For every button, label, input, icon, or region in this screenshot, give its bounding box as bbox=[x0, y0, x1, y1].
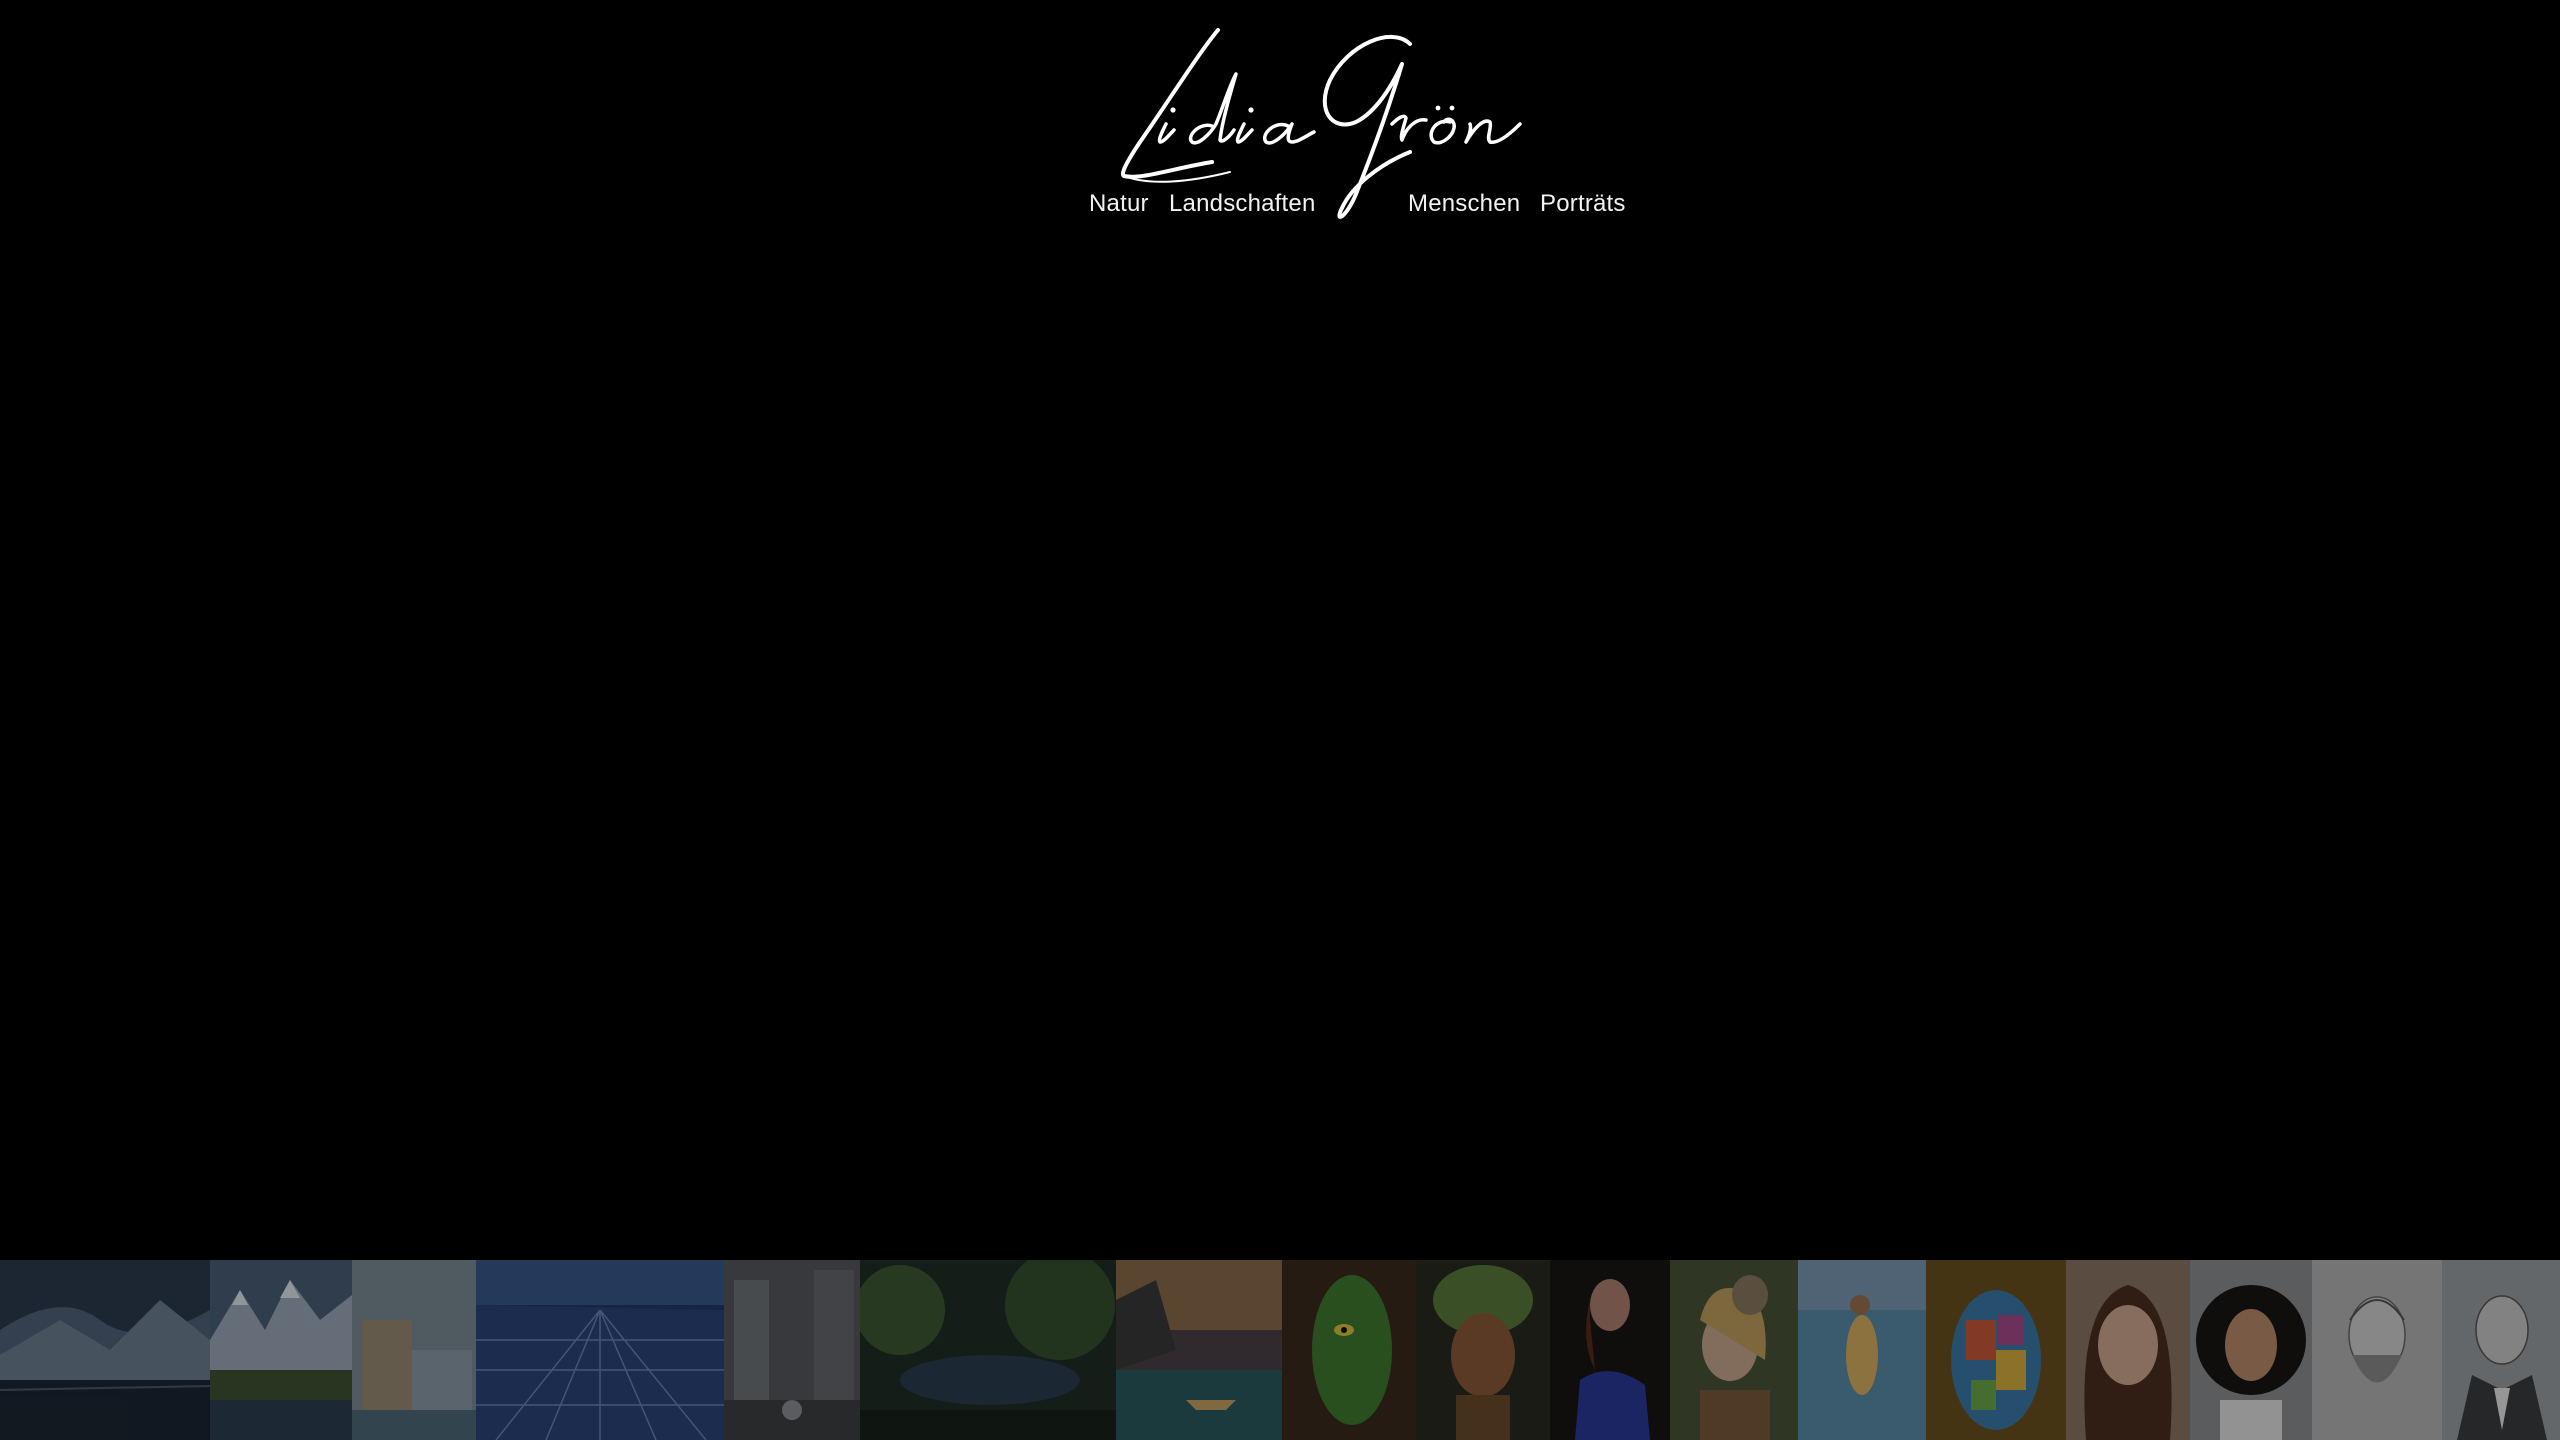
painting-mountain-lake bbox=[0, 1260, 210, 1440]
painting-aerial-city bbox=[476, 1260, 724, 1440]
gallery-thumbnail[interactable] bbox=[724, 1260, 860, 1440]
gallery-thumbnail[interactable] bbox=[2066, 1260, 2190, 1440]
painting-snowy-mountains bbox=[210, 1260, 352, 1440]
gallery-filmstrip[interactable] bbox=[0, 1260, 2560, 1440]
painting-woman-curly-hair bbox=[2190, 1260, 2312, 1440]
painting-woman-owl bbox=[1670, 1260, 1798, 1440]
painting-man-suit bbox=[2442, 1260, 2560, 1440]
gallery-thumbnail[interactable] bbox=[1550, 1260, 1670, 1440]
nav-item-portraets[interactable]: Porträts bbox=[1540, 190, 1626, 218]
gallery-thumbnail[interactable] bbox=[210, 1260, 352, 1440]
site-header: Natur Landschaften Menschen Porträts bbox=[0, 0, 2560, 240]
gallery-thumbnail[interactable] bbox=[2190, 1260, 2312, 1440]
gallery-thumbnail[interactable] bbox=[1798, 1260, 1926, 1440]
painting-woman-brown-hair bbox=[2066, 1260, 2190, 1440]
gallery-thumbnail[interactable] bbox=[860, 1260, 1116, 1440]
painting-forest-river bbox=[860, 1260, 1116, 1440]
painting-green-face bbox=[1282, 1260, 1416, 1440]
hero-empty-area bbox=[0, 240, 2560, 1260]
gallery-thumbnail[interactable] bbox=[2442, 1260, 2560, 1440]
gallery-thumbnail[interactable] bbox=[1926, 1260, 2066, 1440]
painting-seaside-cliffs bbox=[1116, 1260, 1282, 1440]
gallery-thumbnail[interactable] bbox=[1116, 1260, 1282, 1440]
painting-woman-headwrap bbox=[1416, 1260, 1550, 1440]
painting-rainy-street bbox=[724, 1260, 860, 1440]
nav-item-menschen[interactable]: Menschen bbox=[1408, 190, 1520, 218]
gallery-thumbnail[interactable] bbox=[1282, 1260, 1416, 1440]
painting-village bbox=[352, 1260, 476, 1440]
gallery-thumbnail[interactable] bbox=[476, 1260, 724, 1440]
signature-logo[interactable] bbox=[1080, 14, 1620, 224]
painting-mosaic-face bbox=[1926, 1260, 2066, 1440]
painting-woman-blue-dress bbox=[1550, 1260, 1670, 1440]
gallery-thumbnail[interactable] bbox=[2312, 1260, 2442, 1440]
gallery-thumbnail[interactable] bbox=[1416, 1260, 1550, 1440]
nav-item-landschaften[interactable]: Landschaften bbox=[1169, 190, 1316, 218]
nav-item-natur[interactable]: Natur bbox=[1089, 190, 1149, 218]
gallery-thumbnail[interactable] bbox=[1670, 1260, 1798, 1440]
gallery-thumbnail[interactable] bbox=[0, 1260, 210, 1440]
painting-bearded-man bbox=[2312, 1260, 2442, 1440]
gallery-thumbnail[interactable] bbox=[352, 1260, 476, 1440]
painting-woman-sea bbox=[1798, 1260, 1926, 1440]
